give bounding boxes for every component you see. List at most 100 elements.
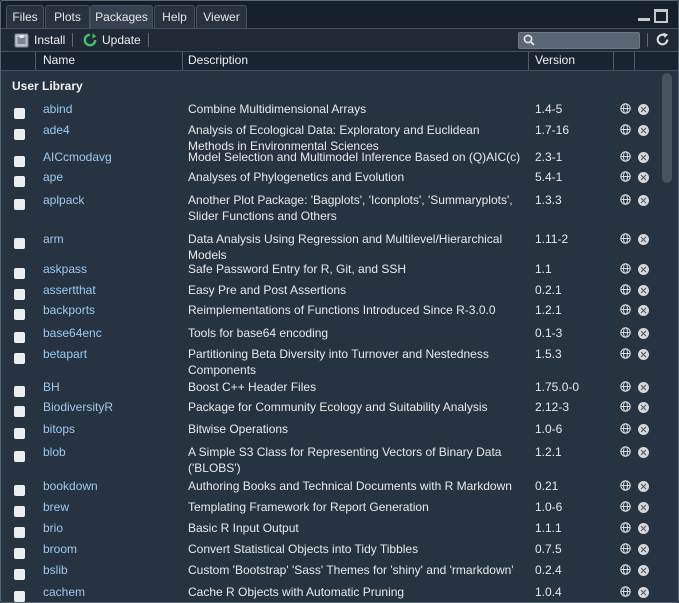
package-load-checkbox[interactable] [14, 309, 25, 320]
package-name-link[interactable]: backports [43, 303, 95, 317]
globe-icon[interactable] [620, 446, 631, 457]
remove-package-icon[interactable] [638, 349, 649, 360]
globe-icon[interactable] [620, 124, 631, 135]
refresh-icon[interactable] [655, 32, 670, 47]
package-load-checkbox[interactable] [14, 238, 25, 249]
update-button[interactable]: Update [83, 29, 141, 51]
package-name-link[interactable]: blob [43, 445, 66, 459]
package-load-checkbox[interactable] [14, 428, 25, 439]
package-search-input[interactable] [518, 32, 640, 49]
tab-help[interactable]: Help [154, 5, 195, 28]
remove-package-icon[interactable] [638, 234, 649, 245]
package-name-link[interactable]: ade4 [43, 123, 70, 137]
globe-icon[interactable] [620, 381, 631, 392]
globe-icon[interactable] [620, 348, 631, 359]
package-name-link[interactable]: bitops [43, 422, 75, 436]
package-name-link[interactable]: betapart [43, 347, 87, 361]
remove-package-icon[interactable] [638, 172, 649, 183]
package-name-link[interactable]: ape [43, 170, 63, 184]
globe-icon[interactable] [620, 151, 631, 162]
remove-package-icon[interactable] [638, 382, 649, 393]
package-name-link[interactable]: AICcmodavg [43, 150, 112, 164]
package-load-checkbox[interactable] [14, 353, 25, 364]
package-name-link[interactable]: bookdown [43, 479, 98, 493]
package-load-checkbox[interactable] [14, 591, 25, 602]
globe-icon[interactable] [620, 423, 631, 434]
globe-icon[interactable] [620, 501, 631, 512]
package-load-checkbox[interactable] [14, 199, 25, 210]
package-name-link[interactable]: base64enc [43, 326, 102, 340]
package-load-checkbox[interactable] [14, 548, 25, 559]
package-load-checkbox[interactable] [14, 289, 25, 300]
remove-package-icon[interactable] [638, 502, 649, 513]
globe-icon[interactable] [620, 522, 631, 533]
package-name-link[interactable]: askpass [43, 262, 87, 276]
maximize-pane-icon[interactable] [654, 9, 668, 23]
remove-package-icon[interactable] [638, 264, 649, 275]
remove-package-icon[interactable] [638, 195, 649, 206]
package-load-checkbox[interactable] [14, 108, 25, 119]
toolbar-divider [148, 33, 149, 47]
remove-package-icon[interactable] [638, 125, 649, 136]
tab-packages[interactable]: Packages [90, 5, 153, 29]
globe-icon[interactable] [620, 327, 631, 338]
globe-icon[interactable] [620, 171, 631, 182]
package-name-link[interactable]: broom [43, 542, 77, 556]
remove-package-icon[interactable] [638, 447, 649, 458]
package-name-link[interactable]: brew [43, 500, 69, 514]
remove-package-icon[interactable] [638, 587, 649, 598]
package-load-checkbox[interactable] [14, 156, 25, 167]
globe-icon[interactable] [620, 233, 631, 244]
column-header-name[interactable]: Name [43, 52, 75, 70]
install-button[interactable]: Install [14, 29, 65, 51]
globe-icon[interactable] [620, 263, 631, 274]
scrollbar-thumb[interactable] [662, 73, 672, 183]
minimize-pane-icon[interactable] [638, 18, 650, 21]
package-name-link[interactable]: bslib [43, 563, 68, 577]
package-load-checkbox[interactable] [14, 506, 25, 517]
remove-package-icon[interactable] [638, 544, 649, 555]
remove-package-icon[interactable] [638, 402, 649, 413]
package-load-checkbox[interactable] [14, 569, 25, 580]
globe-icon[interactable] [620, 103, 631, 114]
remove-package-icon[interactable] [638, 285, 649, 296]
package-load-checkbox[interactable] [14, 386, 25, 397]
package-name-link[interactable]: BH [43, 380, 60, 394]
globe-icon[interactable] [620, 401, 631, 412]
remove-package-icon[interactable] [638, 565, 649, 576]
package-load-checkbox[interactable] [14, 176, 25, 187]
column-header-version[interactable]: Version [535, 52, 575, 70]
package-name-link[interactable]: brio [43, 521, 63, 535]
globe-icon[interactable] [620, 304, 631, 315]
remove-package-icon[interactable] [638, 104, 649, 115]
package-name-link[interactable]: cachem [43, 585, 85, 599]
remove-package-icon[interactable] [638, 305, 649, 316]
package-name-link[interactable]: assertthat [43, 283, 96, 297]
package-name-link[interactable]: abind [43, 102, 72, 116]
remove-package-icon[interactable] [638, 328, 649, 339]
remove-package-icon[interactable] [638, 523, 649, 534]
package-load-checkbox[interactable] [14, 129, 25, 140]
remove-package-icon[interactable] [638, 152, 649, 163]
remove-package-icon[interactable] [638, 481, 649, 492]
package-load-checkbox[interactable] [14, 451, 25, 462]
package-name-link[interactable]: aplpack [43, 193, 84, 207]
globe-icon[interactable] [620, 284, 631, 295]
globe-icon[interactable] [620, 194, 631, 205]
globe-icon[interactable] [620, 543, 631, 554]
globe-icon[interactable] [620, 480, 631, 491]
remove-package-icon[interactable] [638, 424, 649, 435]
globe-icon[interactable] [620, 564, 631, 575]
package-load-checkbox[interactable] [14, 485, 25, 496]
globe-icon[interactable] [620, 586, 631, 597]
package-load-checkbox[interactable] [14, 332, 25, 343]
column-header-description[interactable]: Description [188, 52, 248, 70]
package-load-checkbox[interactable] [14, 268, 25, 279]
package-name-link[interactable]: arm [43, 232, 64, 246]
tab-plots[interactable]: Plots [45, 5, 90, 28]
package-name-link[interactable]: BiodiversityR [43, 400, 113, 414]
tab-viewer[interactable]: Viewer [196, 5, 247, 28]
tab-files[interactable]: Files [6, 5, 44, 28]
package-load-checkbox[interactable] [14, 527, 25, 538]
package-load-checkbox[interactable] [14, 406, 25, 417]
